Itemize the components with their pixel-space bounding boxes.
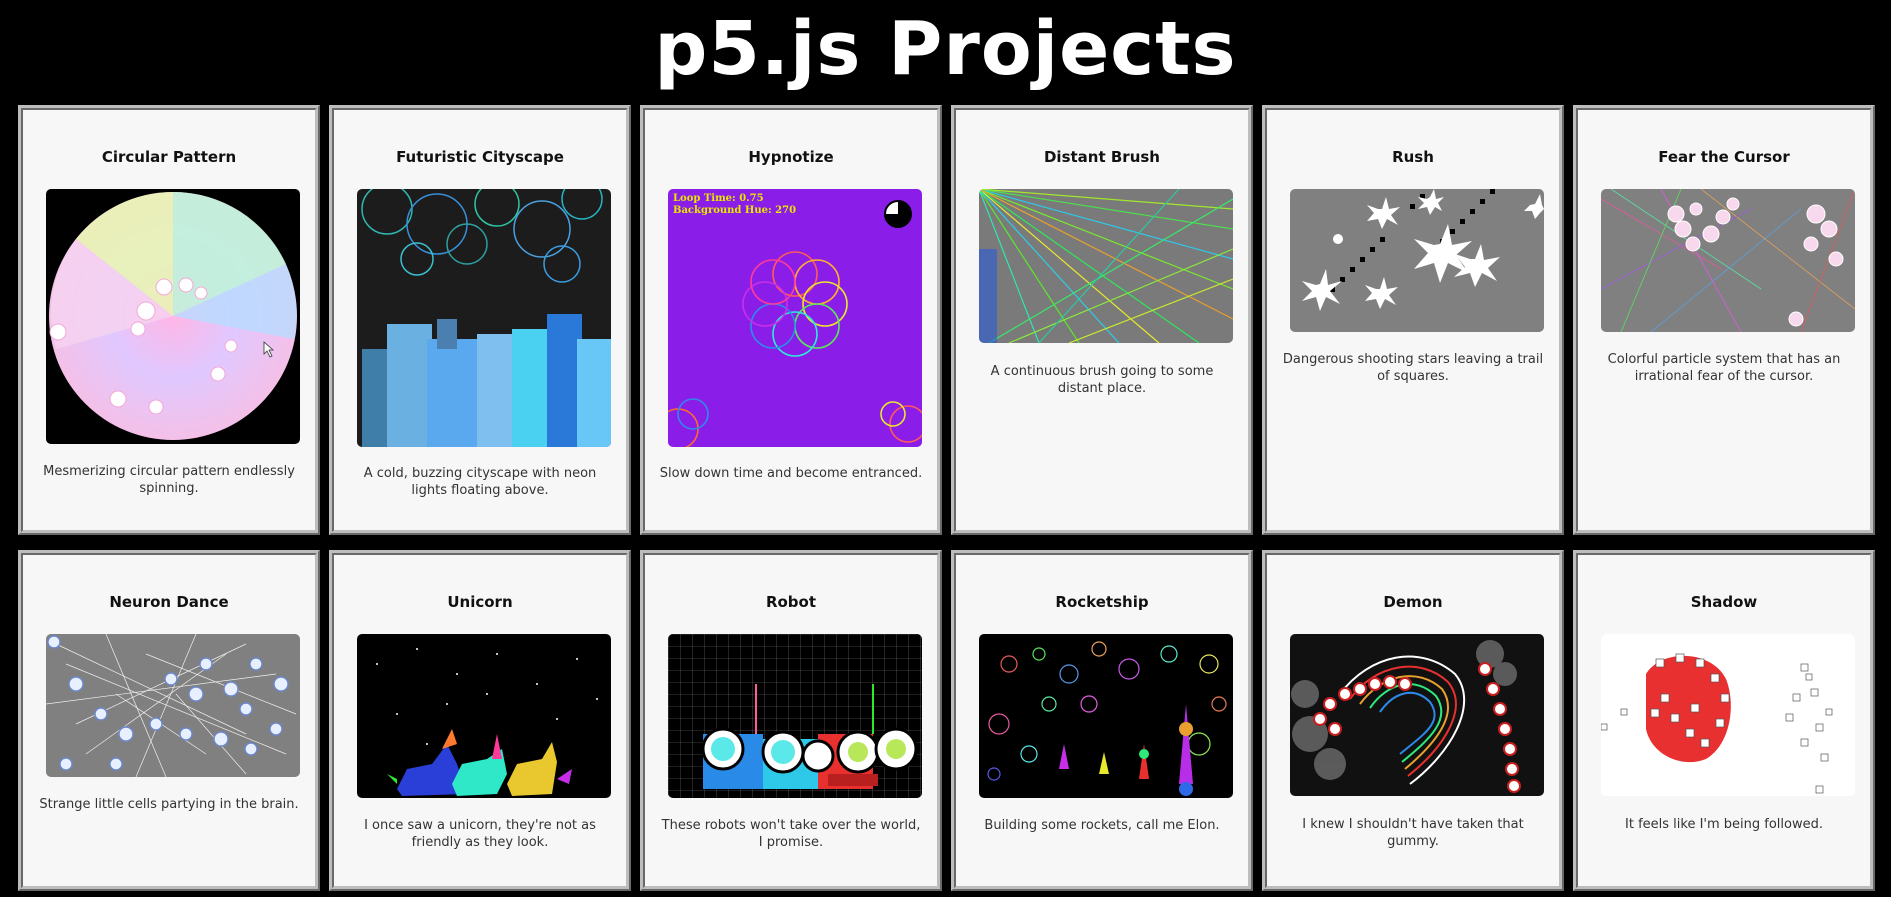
card-description: Colorful particle system that has an irr… xyxy=(1607,352,1841,384)
project-card-fear-the-cursor[interactable]: Fear the Cursor Colorful particle system… xyxy=(1573,105,1875,535)
card-description: It feels like I'm being followed. xyxy=(1625,817,1823,832)
card-title: Robot xyxy=(765,593,817,611)
thumbnail-circular-pattern[interactable] xyxy=(46,189,300,444)
thumbnail-shadow[interactable] xyxy=(1601,634,1855,796)
project-card-shadow[interactable]: Shadow It feels like I'm being followed. xyxy=(1573,550,1875,891)
card-description: A continuous brush going to some distant… xyxy=(990,364,1214,396)
project-card-hypnotize[interactable]: Hypnotize Loop Time: 0.75 Background Hue… xyxy=(640,105,942,535)
thumbnail-rush[interactable] xyxy=(1290,189,1544,332)
card-title: Fear the Cursor xyxy=(1658,148,1790,166)
card-title: Circular Pattern xyxy=(101,148,237,166)
card-title: Shadow xyxy=(1690,593,1758,611)
page-title: p5.js Projects xyxy=(654,6,1237,92)
thumbnail-demon[interactable] xyxy=(1290,634,1544,796)
card-description: Dangerous shooting stars leaving a trail… xyxy=(1282,352,1544,384)
card-description: Strange little cells partying in the bra… xyxy=(39,797,299,812)
project-card-unicorn[interactable]: Unicorn I once saw a unicorn, they're no… xyxy=(329,550,631,891)
card-title: Unicorn xyxy=(447,593,513,611)
thumbnail-distant-brush[interactable] xyxy=(979,189,1233,343)
thumbnail-fear-the-cursor[interactable] xyxy=(1601,189,1855,332)
thumbnail-robot[interactable] xyxy=(668,634,922,798)
card-description: Slow down time and become entranced. xyxy=(659,466,923,481)
card-description: I knew I shouldn't have taken that gummy… xyxy=(1302,817,1524,849)
card-description: A cold, buzzing cityscape with neon ligh… xyxy=(363,466,597,498)
card-description: These robots won't take over the world, … xyxy=(661,818,921,850)
card-title: Neuron Dance xyxy=(109,593,229,611)
card-description: I once saw a unicorn, they're not as fri… xyxy=(364,818,596,850)
project-card-futuristic-cityscape[interactable]: Futuristic Cityscape A cold, buzzing cit… xyxy=(329,105,631,535)
card-description: Mesmerizing circular pattern endlessly s… xyxy=(43,464,295,496)
background-hue-readout: Background Hue: 270 xyxy=(673,205,796,216)
project-card-rush[interactable]: Rush Dangerous shooting stars leaving a … xyxy=(1262,105,1564,535)
card-title: Rocketship xyxy=(1055,593,1149,611)
project-card-distant-brush[interactable]: Distant Brush A continuous brush going t… xyxy=(951,105,1253,535)
card-title: Hypnotize xyxy=(748,148,834,166)
projects-grid: Circular Pattern Mesmerizing circular pa… xyxy=(18,105,1875,891)
thumbnail-neuron-dance[interactable] xyxy=(46,634,300,777)
thumbnail-rocketship[interactable] xyxy=(979,634,1233,798)
project-card-circular-pattern[interactable]: Circular Pattern Mesmerizing circular pa… xyxy=(18,105,320,535)
project-card-demon[interactable]: Demon I knew I shouldn't have taken that… xyxy=(1262,550,1564,891)
card-title: Futuristic Cityscape xyxy=(396,148,564,166)
project-card-robot[interactable]: Robot These robots won't take over the w… xyxy=(640,550,942,891)
project-card-neuron-dance[interactable]: Neuron Dance Strange little cells partyi… xyxy=(18,550,320,891)
thumbnail-hypnotize[interactable]: Loop Time: 0.75 Background Hue: 270 xyxy=(668,189,922,447)
card-title: Rush xyxy=(1392,148,1434,166)
project-card-rocketship[interactable]: Rocketship Building some rockets, call m… xyxy=(951,550,1253,891)
thumbnail-unicorn[interactable] xyxy=(357,634,611,798)
card-title: Demon xyxy=(1383,593,1443,611)
card-title: Distant Brush xyxy=(1043,148,1160,166)
thumbnail-futuristic-cityscape[interactable] xyxy=(357,189,611,447)
card-description: Building some rockets, call me Elon. xyxy=(984,818,1220,833)
loop-time-readout: Loop Time: 0.75 xyxy=(673,193,764,204)
